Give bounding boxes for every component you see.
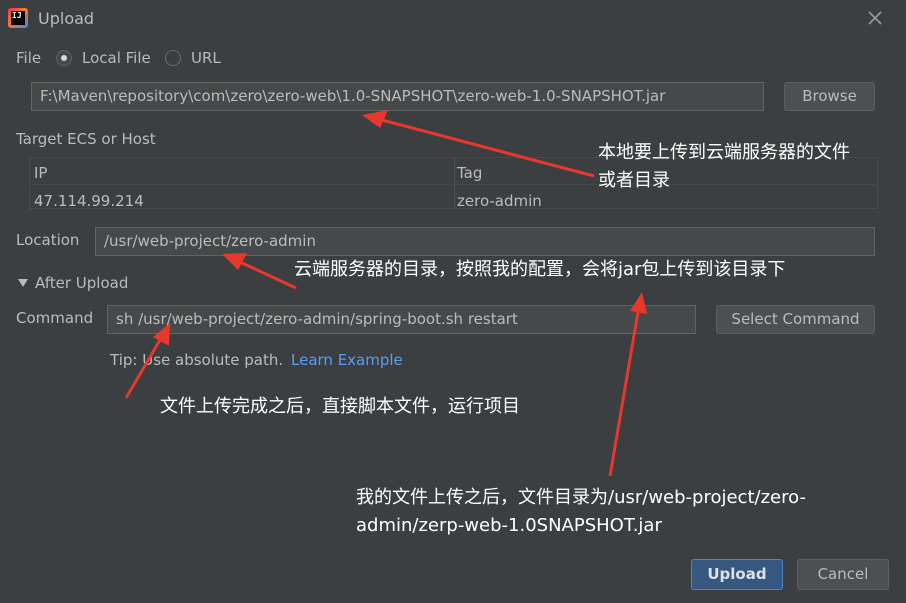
arrow-to-file-path bbox=[362, 110, 595, 178]
annotation-result-line2: admin/zerp-web-1.0SNAPSHOT.jar bbox=[356, 515, 662, 536]
annotation-file-line1: 本地要上传到云端服务器的文件 bbox=[598, 142, 850, 163]
arrow-to-command bbox=[124, 323, 170, 399]
annotation-command: 文件上传完成之后，直接脚本文件，运行项目 bbox=[160, 396, 520, 417]
annotation-file-line2: 或者目录 bbox=[598, 170, 670, 191]
arrow-to-jar-path bbox=[608, 292, 647, 477]
annotation-location: 云端服务器的目录，按照我的配置，会将jar包上传到该目录下 bbox=[294, 259, 786, 280]
arrow-to-location bbox=[222, 253, 297, 290]
annotation-result-line1: 我的文件上传之后，文件目录为/usr/web-project/zero- bbox=[356, 487, 806, 508]
